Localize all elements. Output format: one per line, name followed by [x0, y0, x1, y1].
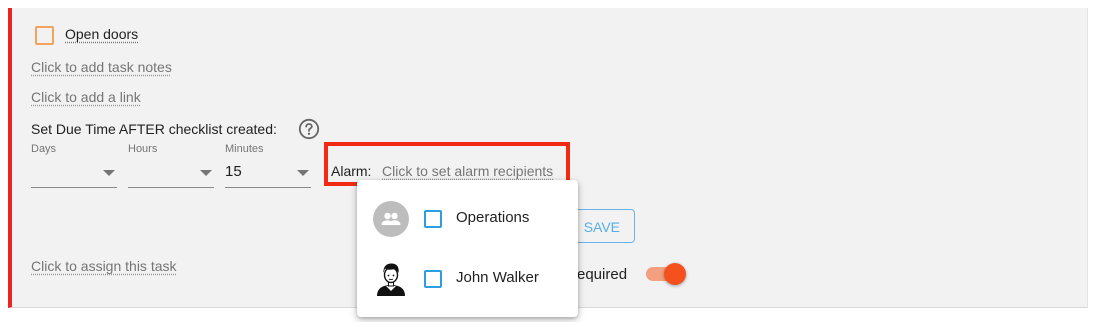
chevron-down-icon — [103, 170, 115, 176]
hours-select[interactable] — [128, 158, 214, 188]
required-label: equired — [577, 266, 628, 283]
recipient-checkbox[interactable] — [424, 270, 442, 288]
required-toggle-thumb[interactable] — [664, 263, 686, 285]
add-link-link[interactable]: Click to add a link — [31, 89, 141, 105]
set-alarm-recipients-link[interactable]: Click to set alarm recipients — [382, 163, 553, 179]
minutes-value: 15 — [225, 163, 242, 180]
task-title[interactable]: Open doors — [65, 26, 138, 42]
add-task-notes-link[interactable]: Click to add task notes — [31, 59, 172, 75]
group-icon — [373, 201, 409, 237]
minutes-label: Minutes — [225, 143, 264, 155]
recipient-item-operations[interactable]: Operations — [357, 188, 578, 248]
recipient-name: John Walker — [456, 269, 539, 286]
user-avatar — [373, 260, 409, 296]
alarm-label: Alarm: — [331, 163, 372, 179]
recipient-name: Operations — [456, 209, 530, 226]
assign-task-link[interactable]: Click to assign this task — [31, 258, 177, 274]
alarm-recipients-menu: Operations John Walker — [357, 180, 578, 317]
chevron-down-icon — [297, 170, 309, 176]
save-button[interactable]: SAVE — [572, 209, 635, 243]
due-time-label: Set Due Time AFTER checklist created: — [31, 121, 277, 137]
hours-label: Hours — [128, 143, 158, 155]
days-label: Days — [31, 143, 57, 155]
days-select[interactable] — [31, 158, 117, 188]
chevron-down-icon — [200, 170, 212, 176]
minutes-select[interactable]: 15 — [225, 158, 311, 188]
recipient-checkbox[interactable] — [424, 210, 442, 228]
task-complete-checkbox[interactable] — [35, 26, 54, 45]
help-icon[interactable] — [298, 118, 320, 140]
recipient-item-john-walker[interactable]: John Walker — [357, 248, 578, 308]
